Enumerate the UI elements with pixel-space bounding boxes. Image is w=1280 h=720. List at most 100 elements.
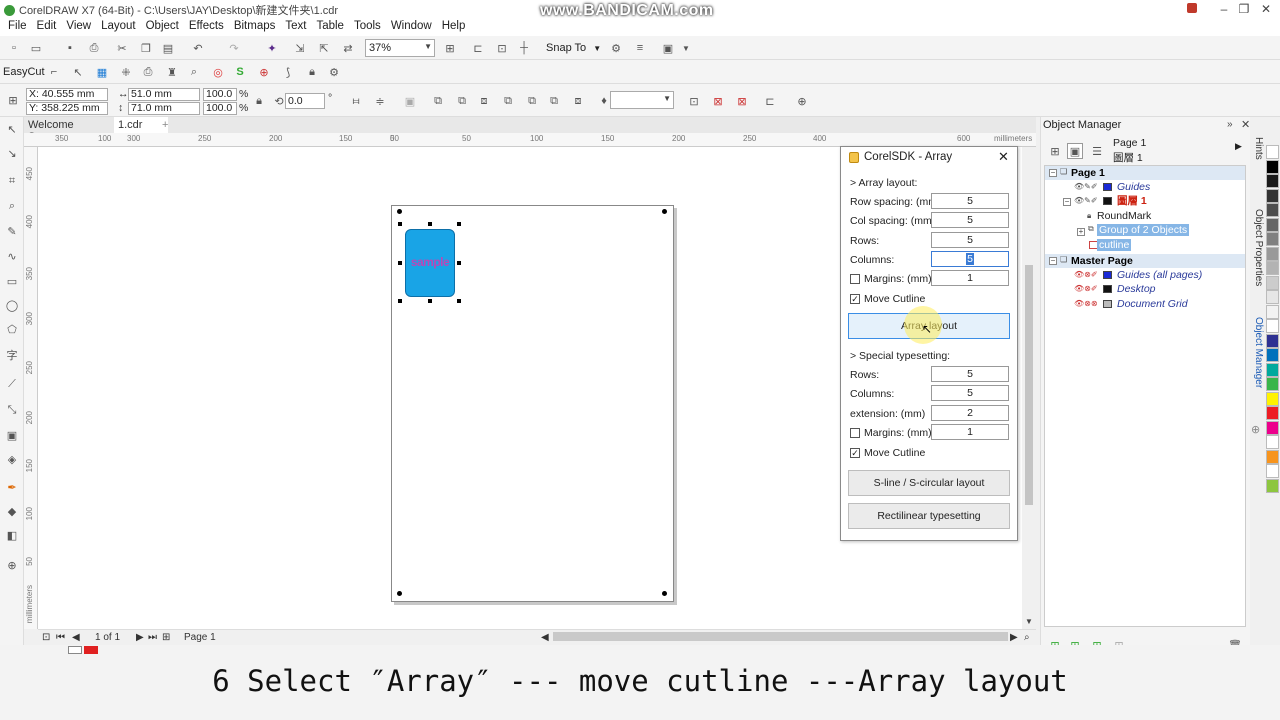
margins-checkbox[interactable] (850, 274, 860, 284)
palette-swatch[interactable] (1266, 145, 1279, 159)
weld-icon[interactable]: ⟆ (280, 64, 296, 80)
menu-bitmaps[interactable]: Bitmaps (230, 18, 282, 36)
width-field[interactable]: 51.0 mm (128, 88, 200, 101)
selection-handle[interactable] (457, 222, 461, 226)
vertical-scroll-thumb[interactable] (1025, 265, 1033, 505)
palette-swatch[interactable] (1266, 232, 1279, 246)
tab-welcome-screen[interactable]: Welcome Screen (24, 117, 114, 143)
palette-swatch[interactable] (1266, 449, 1279, 464)
paste-icon[interactable]: ▤ (160, 40, 176, 56)
menu-view[interactable]: View (62, 18, 97, 36)
artistic-media-icon[interactable]: ∿ (5, 250, 19, 264)
add-tab-icon[interactable]: + (158, 117, 172, 133)
layer-manager-icon[interactable]: ☰ (1089, 143, 1105, 159)
collapse-icon[interactable]: − (1049, 169, 1057, 177)
selection-handle[interactable] (398, 261, 402, 265)
rulers-icon[interactable]: ⊏ (470, 40, 486, 56)
export-icon[interactable]: ⇱ (316, 40, 332, 56)
snap-to-dropdown[interactable]: Snap To ▼ (546, 42, 601, 54)
publish-icon[interactable]: ⇄ (340, 40, 356, 56)
visibility-icons[interactable]: 👁︎⊗✐ (1074, 270, 1098, 279)
open-icon[interactable]: ▭ (28, 40, 44, 56)
x-position-field[interactable]: X: 40.555 mm (26, 88, 108, 101)
to-back-icon[interactable]: ⊠ (734, 93, 750, 109)
shape-text[interactable]: sample (406, 255, 454, 269)
menu-table[interactable]: Table (312, 18, 350, 36)
group-icon[interactable]: ⧉ (430, 93, 446, 109)
ellipse-tool-icon[interactable]: ◯ (5, 299, 19, 313)
trim-icon[interactable]: ⧉ (546, 93, 562, 109)
palette-swatch[interactable] (1266, 464, 1279, 478)
menu-text[interactable]: Text (281, 18, 312, 36)
target-icon[interactable]: ◎ (210, 64, 226, 80)
scroll-down-icon[interactable]: ▼ (1025, 617, 1033, 626)
navigator-icon[interactable]: ⌕ (1024, 632, 1030, 643)
outline-width-combo[interactable]: ▼ (610, 91, 674, 109)
ungroup-icon[interactable]: ⧉ (454, 93, 470, 109)
settings-icon[interactable]: ⚙ (326, 64, 342, 80)
extension-input[interactable]: 2 (931, 405, 1009, 421)
corel-connect-icon[interactable]: ✦ (264, 40, 280, 56)
palette-swatch[interactable] (1266, 290, 1279, 304)
margins-input[interactable]: 1 (931, 270, 1009, 286)
menu-file[interactable]: File (4, 18, 33, 36)
chevron-down-icon[interactable]: ▼ (678, 40, 694, 56)
selection-handle[interactable] (428, 299, 432, 303)
collapse-icon[interactable]: − (1063, 198, 1071, 206)
mirror-v-icon[interactable]: ≑ (372, 93, 388, 109)
tab-object-properties[interactable]: Object Properties (1250, 209, 1264, 286)
tree-guides[interactable]: Guides (1117, 180, 1150, 194)
combine-icon[interactable]: ⧉ (500, 93, 516, 109)
palette-swatch[interactable] (1266, 348, 1279, 362)
tree-group[interactable]: Group of 2 Objects (1097, 223, 1190, 237)
eyedropper-icon[interactable]: ✒ (5, 481, 19, 495)
tree-cutline[interactable]: cutline (1097, 238, 1132, 252)
app-launcher-icon[interactable]: ≡ (632, 40, 648, 56)
scale-x-field[interactable]: 100.0 (203, 88, 237, 101)
height-field[interactable]: 71.0 mm (128, 102, 200, 115)
page-handle[interactable] (662, 209, 667, 214)
shape-tool-icon[interactable]: ↘ (5, 147, 19, 161)
node-icon[interactable]: ↖ (70, 64, 86, 80)
collapse-icon[interactable]: − (1049, 257, 1057, 265)
copy-icon[interactable]: ❐ (138, 40, 154, 56)
close-icon[interactable]: ✕ (1254, 0, 1278, 18)
scroll-left-icon[interactable]: ◀ (541, 632, 549, 643)
redo-icon[interactable]: ↷ (226, 40, 242, 56)
palette-swatch[interactable] (1266, 217, 1279, 232)
grid-icon[interactable]: ⊡ (494, 40, 510, 56)
menu-object[interactable]: Object (142, 18, 185, 36)
palette-swatch[interactable] (1266, 261, 1279, 275)
row-spacing-input[interactable]: 5 (931, 193, 1009, 209)
lock-ratio-icon[interactable]: 🔒︎ (251, 93, 267, 109)
page-handle[interactable] (662, 591, 667, 596)
palette-swatch[interactable] (1266, 362, 1279, 377)
new-icon[interactable]: ▫ (6, 40, 22, 56)
magnify-icon[interactable]: ⌕ (186, 64, 202, 80)
arrange-icon[interactable]: ▣ (402, 93, 418, 109)
menu-layout[interactable]: Layout (97, 18, 142, 36)
move-cutline-checkbox[interactable]: ✓ (850, 294, 860, 304)
palette-swatch[interactable] (1266, 391, 1279, 406)
rectangle-tool-icon[interactable]: ▭ (5, 275, 19, 289)
ungroup-all-icon[interactable]: ⧈ (476, 93, 492, 109)
array-grid-icon[interactable]: ▦ (94, 64, 110, 80)
tab-hints[interactable]: Hints (1250, 137, 1264, 160)
add-docker-icon[interactable]: ⊕ (1251, 423, 1260, 436)
menu-effects[interactable]: Effects (185, 18, 230, 36)
palette-swatch[interactable] (1266, 435, 1279, 449)
tab-object-manager[interactable]: Object Manager (1250, 317, 1264, 388)
pick-tool-icon[interactable]: ↖ (5, 123, 19, 137)
columns-input[interactable]: 5 (931, 251, 1009, 267)
menu-edit[interactable]: Edit (33, 18, 63, 36)
freehand-tool-icon[interactable]: ✎ (5, 225, 19, 239)
tree-desktop[interactable]: Desktop (1117, 282, 1156, 296)
scale-y-field[interactable]: 100.0 (203, 102, 237, 115)
selection-handle[interactable] (428, 222, 432, 226)
tree-master-page[interactable]: Master Page (1071, 254, 1133, 268)
selection-handle[interactable] (457, 299, 461, 303)
zoom-combo[interactable]: 37% ▼ (365, 39, 435, 57)
palette-swatch[interactable] (1266, 246, 1279, 261)
frame-icon[interactable]: ⌐ (46, 64, 62, 80)
palette-swatch[interactable] (1266, 377, 1279, 391)
